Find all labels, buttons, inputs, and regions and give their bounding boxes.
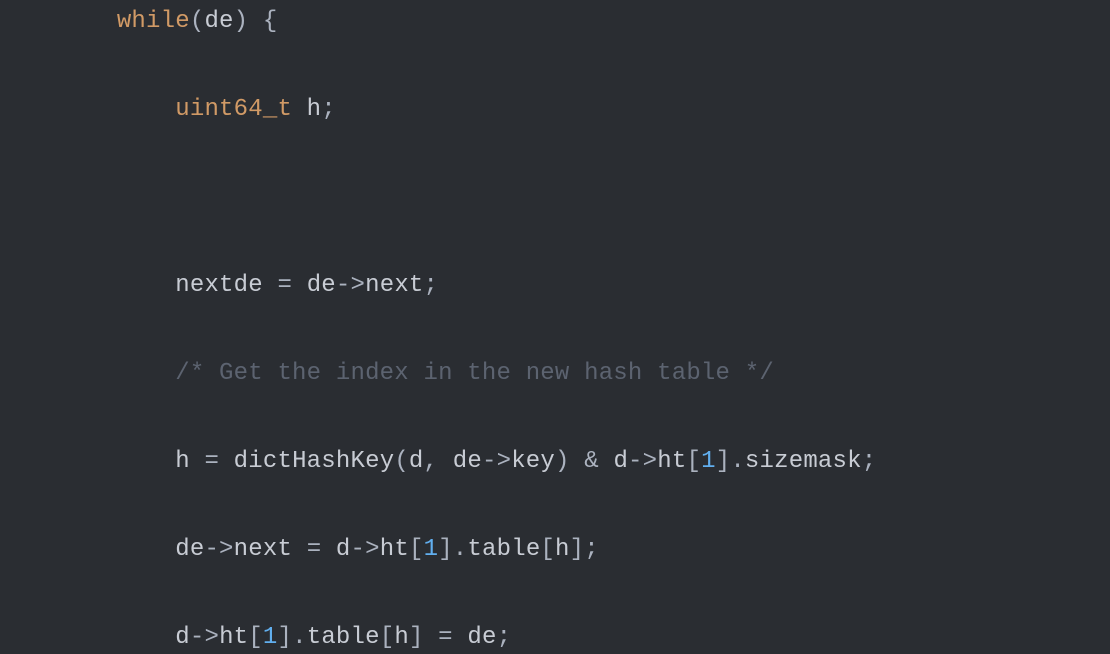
- space: [570, 448, 585, 475]
- space: [248, 8, 263, 35]
- indent: [0, 448, 175, 475]
- code-line: h = dictHashKey(d, de->key) & d->ht[1].s…: [0, 440, 1110, 484]
- identifier: d: [613, 448, 628, 475]
- code-line: nextde = de->next;: [0, 264, 1110, 308]
- semicolon: ;: [862, 448, 877, 475]
- semicolon: ;: [424, 272, 439, 299]
- bracket-open: [: [409, 536, 424, 563]
- number: 1: [424, 536, 439, 563]
- space: [292, 536, 307, 563]
- number: 1: [701, 448, 716, 475]
- identifier: h: [175, 448, 190, 475]
- identifier: d: [336, 536, 351, 563]
- space: [190, 448, 205, 475]
- operator-arrow: ->: [628, 448, 657, 475]
- identifier: d: [409, 448, 424, 475]
- indent: [0, 360, 175, 387]
- keyword-type: uint64_t: [175, 96, 292, 123]
- dot: .: [730, 448, 745, 475]
- bracket-open: [: [380, 624, 395, 651]
- identifier: h: [394, 624, 409, 651]
- operator-assign: =: [307, 536, 322, 563]
- identifier: de: [467, 624, 496, 651]
- operator-arrow: ->: [204, 536, 233, 563]
- identifier: key: [511, 448, 555, 475]
- space: [424, 624, 439, 651]
- paren-open: (: [190, 8, 205, 35]
- identifier: ht: [380, 536, 409, 563]
- comment: /* Get the index in the new hash table *…: [175, 360, 774, 387]
- identifier: d: [175, 624, 190, 651]
- indent: [0, 8, 117, 35]
- indent: [0, 624, 175, 651]
- code-block: while(de) { uint64_t h; nextde = de->nex…: [0, 0, 1110, 654]
- operator-arrow: ->: [351, 536, 380, 563]
- identifier: ht: [219, 624, 248, 651]
- space: [599, 448, 614, 475]
- bracket-open: [: [248, 624, 263, 651]
- space: [219, 448, 234, 475]
- space: [292, 96, 307, 123]
- bracket-close: ]: [278, 624, 293, 651]
- keyword-while: while: [117, 8, 190, 35]
- operator-assign: =: [438, 624, 453, 651]
- space: [438, 448, 453, 475]
- bracket-open: [: [540, 536, 555, 563]
- indent: [0, 272, 175, 299]
- identifier: de: [204, 8, 233, 35]
- identifier: dictHashKey: [234, 448, 395, 475]
- semicolon: ;: [497, 624, 512, 651]
- operator-arrow: ->: [336, 272, 365, 299]
- semicolon: ;: [584, 536, 599, 563]
- identifier: table: [307, 624, 380, 651]
- bracket-close: ]: [570, 536, 585, 563]
- operator-assign: =: [277, 272, 292, 299]
- space: [263, 272, 278, 299]
- identifier: de: [175, 536, 204, 563]
- space: [321, 536, 336, 563]
- paren-open: (: [394, 448, 409, 475]
- brace-open: {: [263, 8, 278, 35]
- operator-assign: =: [204, 448, 219, 475]
- identifier: de: [307, 272, 336, 299]
- operator-arrow: ->: [482, 448, 511, 475]
- semicolon: ;: [321, 96, 336, 123]
- comma: ,: [424, 448, 439, 475]
- bracket-close: ]: [716, 448, 731, 475]
- code-line: /* Get the index in the new hash table *…: [0, 352, 1110, 396]
- operator-arrow: ->: [190, 624, 219, 651]
- identifier: next: [234, 536, 292, 563]
- code-line: d->ht[1].table[h] = de;: [0, 616, 1110, 654]
- identifier: next: [365, 272, 423, 299]
- bracket-close: ]: [409, 624, 424, 651]
- code-line: uint64_t h;: [0, 88, 1110, 132]
- dot: .: [292, 624, 307, 651]
- space: [292, 272, 307, 299]
- identifier: ht: [657, 448, 686, 475]
- identifier: table: [467, 536, 540, 563]
- bracket-close: ]: [438, 536, 453, 563]
- code-line: while(de) {: [0, 0, 1110, 44]
- code-line: de->next = d->ht[1].table[h];: [0, 528, 1110, 572]
- bracket-open: [: [686, 448, 701, 475]
- identifier: de: [453, 448, 482, 475]
- indent: [0, 536, 175, 563]
- identifier: h: [555, 536, 570, 563]
- paren-close: ): [555, 448, 570, 475]
- identifier: h: [307, 96, 322, 123]
- dot: .: [453, 536, 468, 563]
- space: [453, 624, 468, 651]
- operator-amp: &: [584, 448, 599, 475]
- identifier: sizemask: [745, 448, 862, 475]
- code-line-blank: [0, 176, 1110, 220]
- number: 1: [263, 624, 278, 651]
- paren-close: ): [234, 8, 249, 35]
- indent: [0, 96, 175, 123]
- identifier: nextde: [175, 272, 263, 299]
